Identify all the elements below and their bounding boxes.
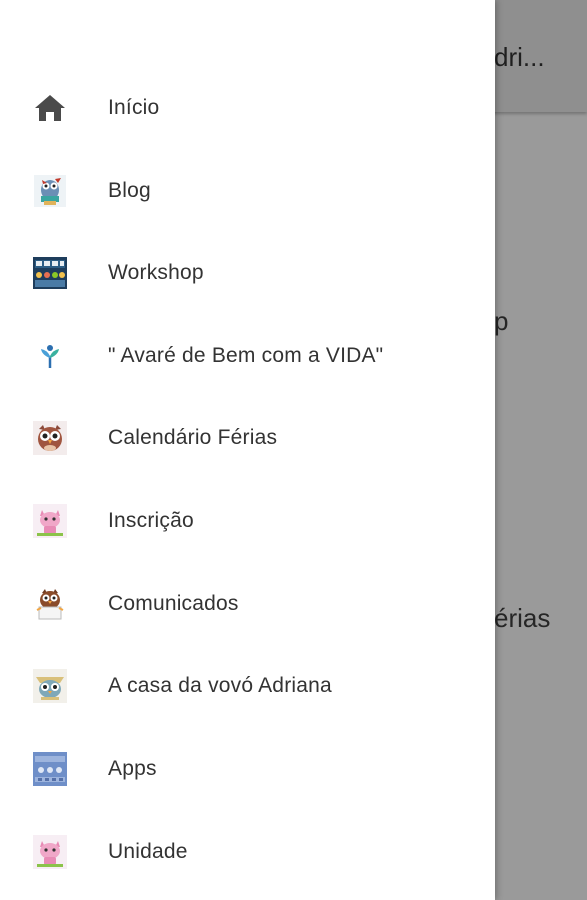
workshop-icon <box>33 256 67 290</box>
menu-item-a-casa-da-vovo-adriana[interactable]: A casa da vovó Adriana <box>0 645 495 727</box>
menu-item-unidade[interactable]: Unidade <box>0 811 495 893</box>
home-icon <box>33 91 67 125</box>
menu-item-calendario-ferias[interactable]: Calendário Férias <box>0 397 495 479</box>
menu-item-label: Início <box>108 96 160 119</box>
menu-item-apps[interactable]: Apps <box>0 728 495 810</box>
menu-item-label: Calendário Férias <box>108 426 278 449</box>
menu-item-comunicados[interactable]: Comunicados <box>0 563 495 645</box>
menu-item-blog[interactable]: Blog <box>0 150 495 232</box>
menu-item-label: Workshop <box>108 261 204 284</box>
menu-item-label: Comunicados <box>108 592 239 615</box>
background-text: p <box>494 306 509 336</box>
app-title: dri... <box>494 42 545 72</box>
sprout-logo-icon <box>33 339 67 373</box>
menu-item-label: Apps <box>108 757 157 780</box>
menu-item-label: Blog <box>108 179 151 202</box>
owl-sign-icon <box>33 587 67 621</box>
menu-item-inscricao[interactable]: Inscrição <box>0 480 495 562</box>
background-text: érias <box>494 603 551 633</box>
menu-item-label: Inscrição <box>108 509 194 532</box>
menu-item-label: " Avaré de Bem com a VIDA" <box>108 344 384 367</box>
menu-item-workshop[interactable]: Workshop <box>0 232 495 314</box>
menu-item-label: Unidade <box>108 840 188 863</box>
owl-house-icon <box>33 669 67 703</box>
screen: dri... p érias Início Blog Workshop " Av… <box>0 0 587 900</box>
owl-book-icon <box>33 174 67 208</box>
pink-cat-icon <box>33 835 67 869</box>
owl-icon <box>33 421 67 455</box>
menu-item-label: A casa da vovó Adriana <box>108 674 332 697</box>
pink-cat-icon <box>33 504 67 538</box>
apps-banner-icon <box>33 752 67 786</box>
navigation-drawer: Início Blog Workshop " Avaré de Bem com … <box>0 0 495 900</box>
menu-item-avare-de-bem-com-a-vida[interactable]: " Avaré de Bem com a VIDA" <box>0 315 495 397</box>
menu-item-inicio[interactable]: Início <box>0 67 495 149</box>
